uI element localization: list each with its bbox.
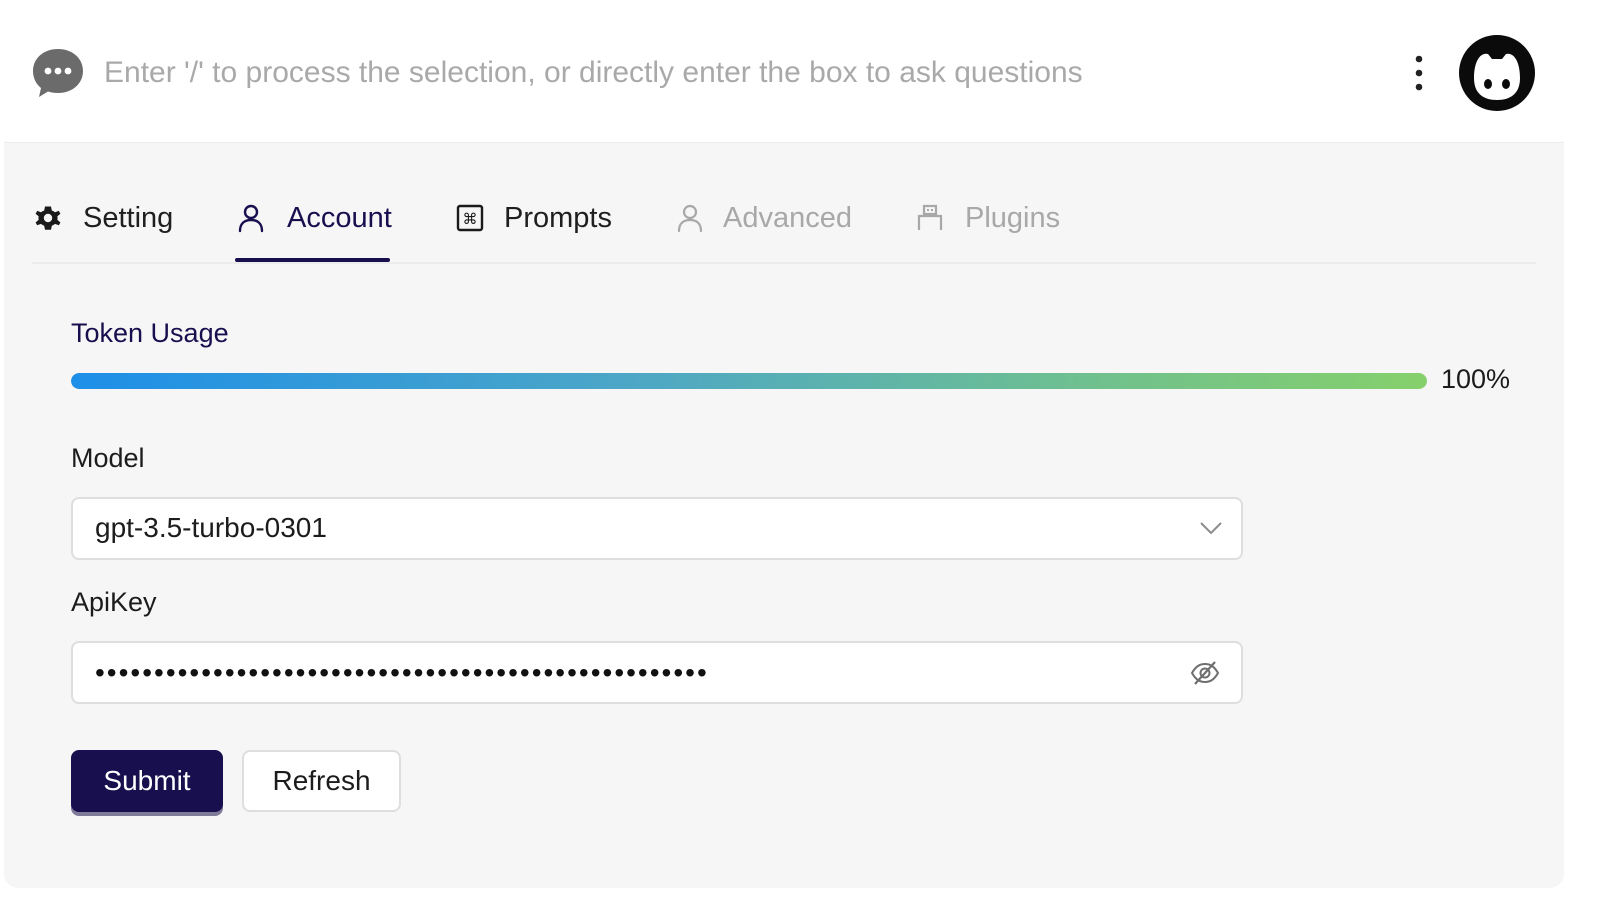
tab-prompts-label: Prompts [504,202,612,234]
more-options-icon[interactable] [1402,52,1436,94]
app-window: Setting Account ⌘ Prompts Advanced [4,2,1564,888]
tab-setting-label: Setting [83,202,174,234]
eye-invisible-icon[interactable] [1189,658,1221,688]
user-icon [238,204,264,233]
tab-setting[interactable]: Setting [32,184,182,262]
ask-input[interactable] [104,48,1364,98]
apikey-input[interactable] [93,651,1167,695]
refresh-button[interactable]: Refresh [242,750,401,812]
cat-avatar-icon[interactable] [1458,34,1536,112]
apikey-field[interactable] [71,641,1243,704]
model-label: Model [71,443,145,473]
plugin-icon [917,204,943,230]
apikey-label: ApiKey [71,587,157,617]
model-select[interactable]: gpt-3.5-turbo-0301 [71,497,1243,560]
gear-icon [35,206,61,230]
tab-account-label: Account [287,202,392,234]
token-usage-progress [71,373,1427,389]
chat-bubble-icon [33,49,83,97]
tab-advanced-label: Advanced [723,202,852,234]
token-usage-progress-fill [71,373,1427,389]
token-usage-percent: 100% [1441,364,1511,394]
tab-plugins-label: Plugins [965,202,1061,234]
tab-plugins[interactable]: Plugins [914,184,1064,262]
command-icon: ⌘ [456,204,484,232]
settings-tabs: Setting Account ⌘ Prompts Advanced Plugi… [32,184,1536,264]
tab-account[interactable]: Account [235,184,395,262]
tab-prompts[interactable]: ⌘ Prompts [454,184,614,262]
header-bar [4,2,1564,143]
model-select-value: gpt-3.5-turbo-0301 [95,512,327,543]
svg-text:⌘: ⌘ [463,210,478,228]
chevron-down-icon [1200,522,1222,535]
token-usage-label: Token Usage [71,318,229,348]
tab-advanced[interactable]: Advanced [674,184,854,262]
active-tab-indicator [235,258,390,262]
user-icon [677,204,703,233]
submit-button[interactable]: Submit [71,750,223,812]
